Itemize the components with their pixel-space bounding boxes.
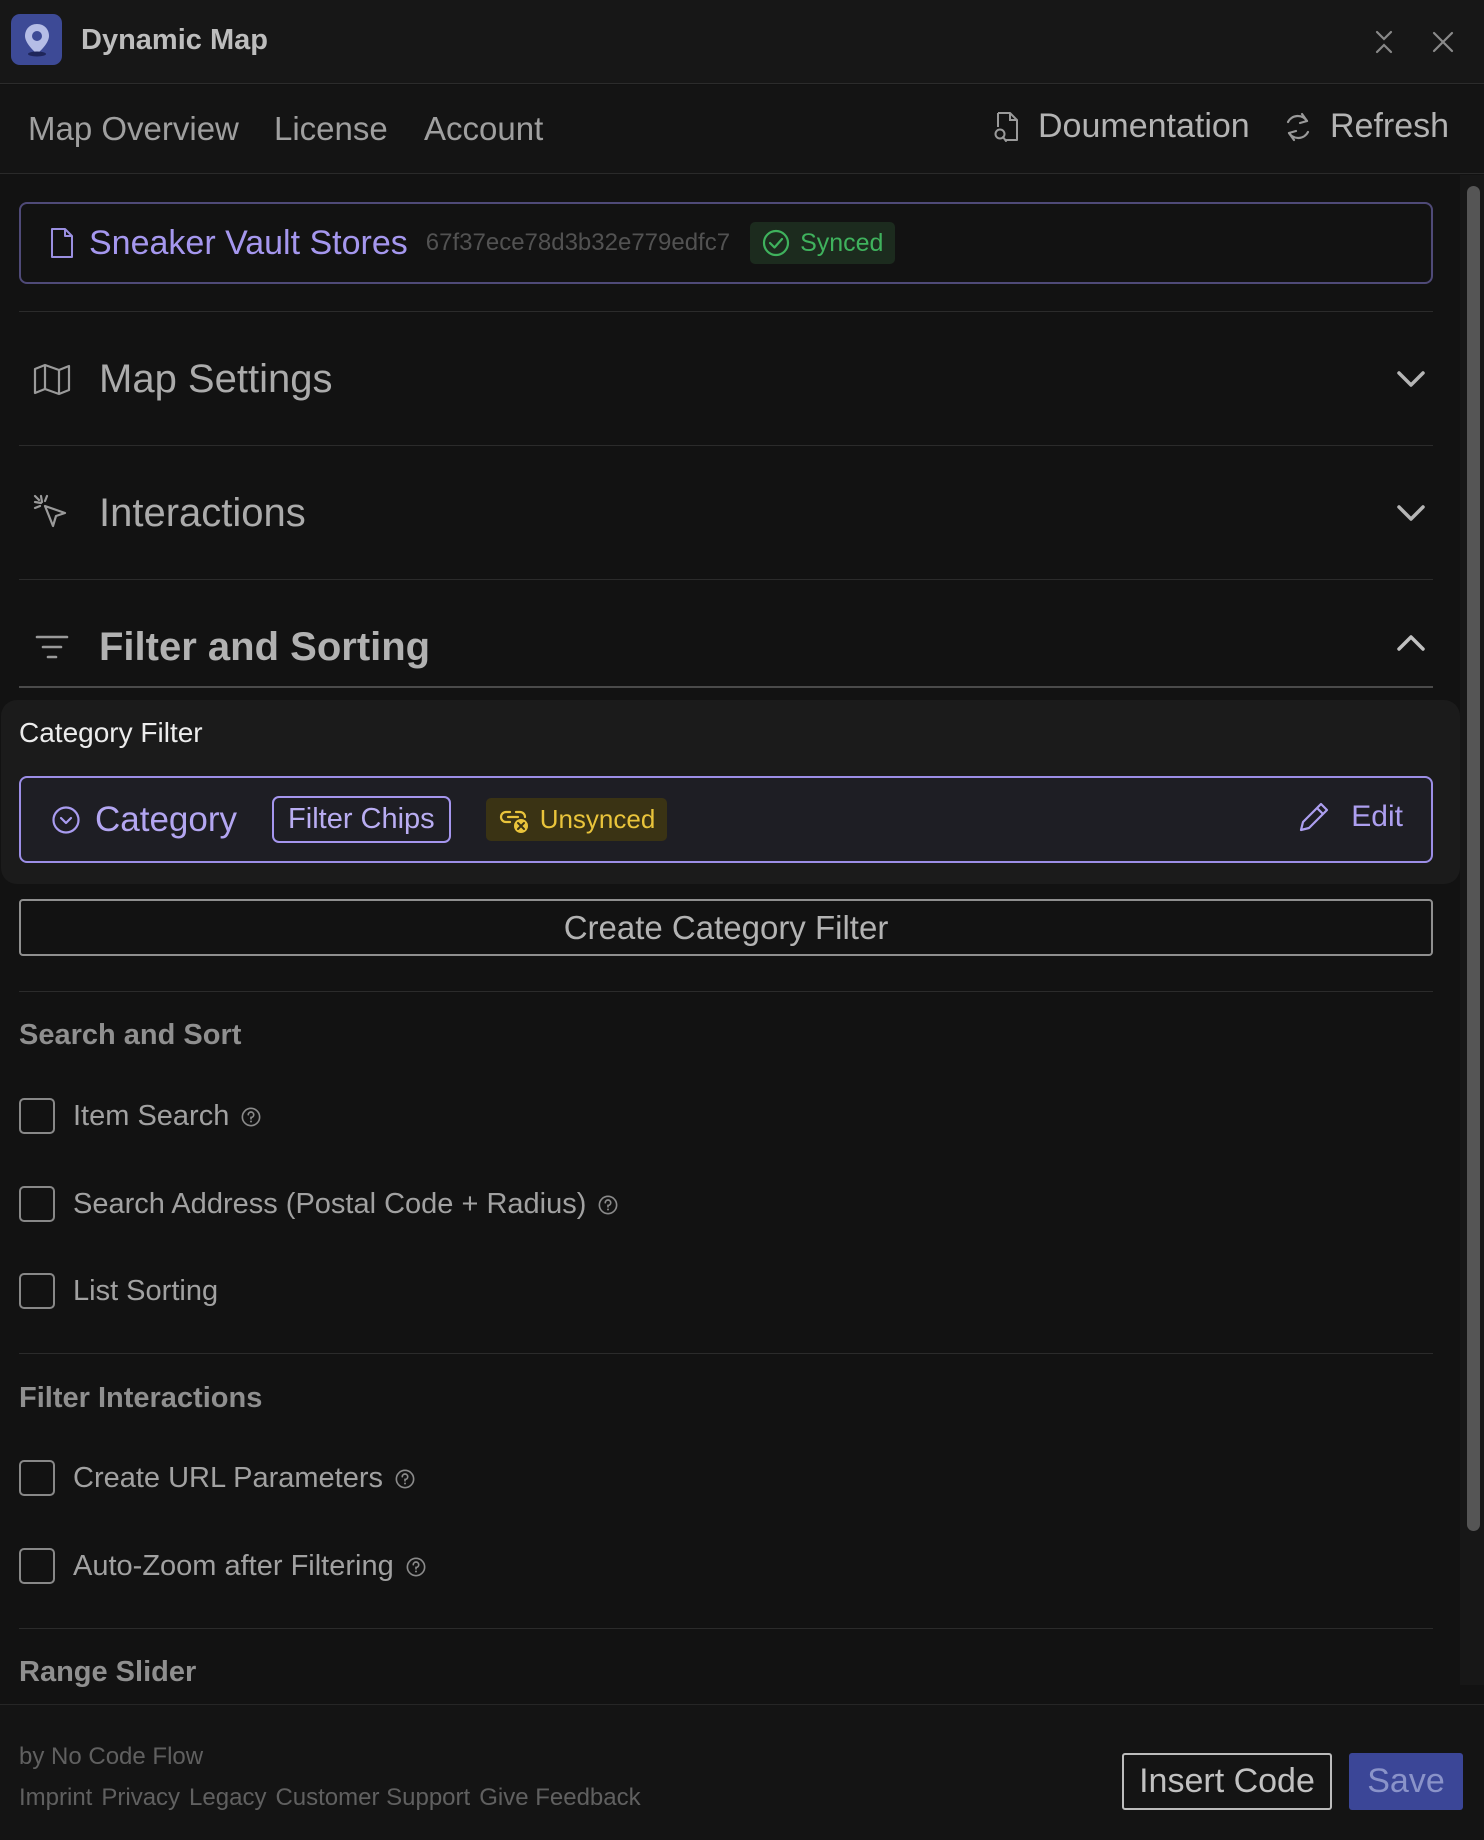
divider xyxy=(19,579,1433,580)
file-icon xyxy=(49,227,75,259)
section-title-search-sort: Search and Sort xyxy=(19,1019,242,1051)
close-icon[interactable] xyxy=(1425,24,1461,60)
app-title: Dynamic Map xyxy=(81,24,268,56)
accordion-title: Interactions xyxy=(99,490,306,535)
footer-link-legacy[interactable]: Legacy xyxy=(189,1784,266,1812)
item-id: 67f37ece78d3b32e779edfc7 xyxy=(425,229,731,256)
item-card[interactable]: Sneaker Vault Stores 67f37ece78d3b32e779… xyxy=(19,202,1433,284)
tab-license[interactable]: License xyxy=(274,110,388,148)
divider xyxy=(19,1628,1433,1629)
scrollbar-thumb[interactable] xyxy=(1467,186,1480,1531)
option-list-sorting[interactable]: List Sorting xyxy=(19,1271,218,1311)
edit-button[interactable]: Edit xyxy=(1297,800,1403,834)
tab-account[interactable]: Account xyxy=(424,110,543,148)
checkbox[interactable] xyxy=(19,1548,55,1584)
filter-icon xyxy=(29,624,75,670)
chevron-up-icon xyxy=(1393,625,1429,661)
map-icon xyxy=(29,356,75,402)
footer-link-imprint[interactable]: Imprint xyxy=(19,1784,92,1812)
tab-map-overview[interactable]: Map Overview xyxy=(28,110,239,148)
accordion-title: Filter and Sorting xyxy=(99,624,431,669)
footer-link-privacy[interactable]: Privacy xyxy=(101,1784,180,1812)
filter-type-chip: Filter Chips xyxy=(272,796,451,843)
nav-bar: Map Overview License Account Doumentatio… xyxy=(0,85,1484,174)
divider xyxy=(19,686,1433,688)
synced-badge: Synced xyxy=(750,222,896,264)
chevron-circle-icon xyxy=(51,805,81,835)
category-name: Category xyxy=(95,799,238,839)
section-title-filter-interactions: Filter Interactions xyxy=(19,1382,263,1414)
divider xyxy=(19,311,1433,312)
pointer-click-icon xyxy=(29,490,75,536)
option-label: Search Address (Postal Code + Radius) xyxy=(73,1187,587,1220)
footer-link-feedback[interactable]: Give Feedback xyxy=(479,1784,640,1812)
document-search-icon xyxy=(992,110,1022,144)
category-filter-label: Category Filter xyxy=(19,717,203,748)
map-pin-icon xyxy=(11,14,62,65)
option-item-search[interactable]: Item Search xyxy=(19,1096,261,1136)
category-filter-card[interactable]: Category Filter Chips Unsynced Edit xyxy=(19,776,1433,863)
synced-status: Synced xyxy=(800,228,884,257)
footer-byline: by No Code Flow xyxy=(19,1743,204,1770)
checkbox[interactable] xyxy=(19,1098,55,1134)
unsynced-badge: Unsynced xyxy=(485,798,668,841)
help-icon[interactable] xyxy=(395,1468,415,1489)
refresh-icon xyxy=(1282,110,1314,144)
accordion-map-settings[interactable]: Map Settings xyxy=(19,329,1433,429)
documentation-label: Doumentation xyxy=(1038,107,1250,145)
collapse-icon[interactable] xyxy=(1366,24,1402,60)
unlink-icon xyxy=(498,805,530,835)
option-label: Create URL Parameters xyxy=(73,1461,383,1494)
accordion-interactions[interactable]: Interactions xyxy=(19,463,1433,563)
option-label: List Sorting xyxy=(73,1274,219,1307)
divider xyxy=(19,991,1433,992)
chevron-down-icon xyxy=(1393,495,1429,531)
refresh-label: Refresh xyxy=(1330,107,1450,145)
refresh-button[interactable]: Refresh xyxy=(1282,107,1449,146)
checkbox[interactable] xyxy=(19,1273,55,1309)
insert-code-button[interactable]: Insert Code xyxy=(1122,1753,1332,1810)
checkbox[interactable] xyxy=(19,1186,55,1222)
footer-links: Imprint Privacy Legacy Customer Support … xyxy=(19,1784,641,1812)
item-name: Sneaker Vault Stores xyxy=(89,223,408,262)
option-search-address[interactable]: Search Address (Postal Code + Radius) xyxy=(19,1184,618,1224)
unsynced-status: Unsynced xyxy=(539,804,656,834)
pencil-icon xyxy=(1297,800,1331,834)
section-title-range-slider: Range Slider xyxy=(19,1656,197,1688)
chevron-down-icon xyxy=(1393,361,1429,397)
create-category-filter-button[interactable]: Create Category Filter xyxy=(19,899,1433,956)
help-icon[interactable] xyxy=(598,1194,618,1215)
option-label: Item Search xyxy=(73,1099,230,1132)
help-icon[interactable] xyxy=(241,1106,261,1127)
help-icon[interactable] xyxy=(406,1556,426,1577)
save-button[interactable]: Save xyxy=(1349,1753,1463,1810)
accordion-filter-sorting[interactable]: Filter and Sorting xyxy=(19,597,1433,697)
documentation-link[interactable]: Doumentation xyxy=(992,107,1250,146)
check-circle-icon xyxy=(762,229,790,257)
option-label: Auto-Zoom after Filtering xyxy=(73,1549,394,1582)
option-auto-zoom[interactable]: Auto-Zoom after Filtering xyxy=(19,1546,426,1586)
edit-label: Edit xyxy=(1351,800,1403,833)
divider xyxy=(19,1353,1433,1354)
footer-link-support[interactable]: Customer Support xyxy=(275,1784,470,1812)
divider xyxy=(19,445,1433,446)
option-url-parameters[interactable]: Create URL Parameters xyxy=(19,1458,415,1498)
accordion-title: Map Settings xyxy=(99,356,333,401)
checkbox[interactable] xyxy=(19,1460,55,1496)
title-bar: Dynamic Map xyxy=(0,0,1484,84)
